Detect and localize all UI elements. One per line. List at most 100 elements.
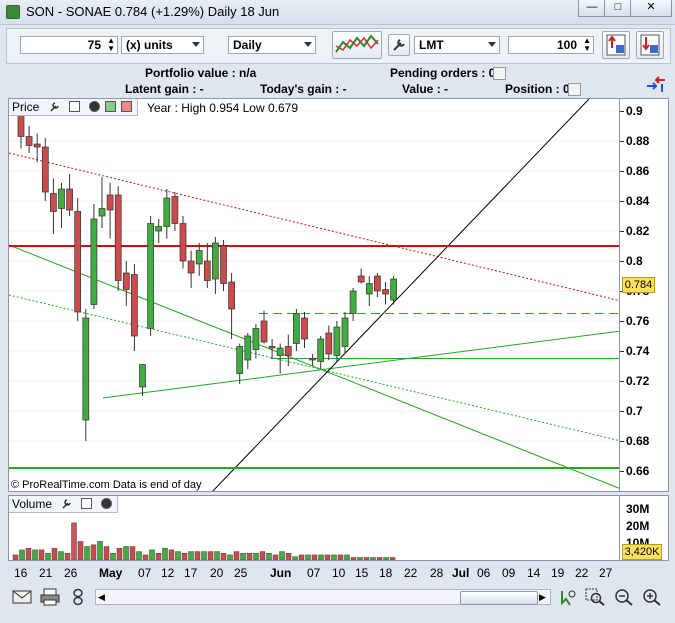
quantity-stepper[interactable]: 75 ▲ ▼ [20,36,118,54]
volume-bar [38,549,45,560]
app-icon [6,5,20,19]
unit-select[interactable]: (x) units [121,36,204,54]
price-tick-mark [620,201,624,202]
volume-bar [110,553,116,560]
volume-bar [285,553,292,560]
volume-bar [142,554,149,560]
volume-bar [168,549,175,560]
price-tick-mark [620,381,624,382]
scroll-right-icon[interactable]: ▶ [539,592,546,603]
minimize-button[interactable]: — [578,0,606,17]
wrench-icon[interactable] [61,498,72,509]
volume-panel-header: Volume [9,496,118,513]
time-axis-label: 26 [64,566,78,580]
volume-bar [311,554,318,560]
pending-orders-icon[interactable] [493,67,506,80]
candle [66,188,73,211]
link-icon[interactable] [68,588,88,606]
zoom-out-icon[interactable] [614,588,634,606]
print-icon[interactable] [40,588,60,606]
wrench-icon[interactable] [49,101,60,112]
price-panel-label: Price [12,100,40,114]
zoom-in-icon[interactable] [642,588,662,606]
volume-bar [19,549,25,560]
order-quantity-stepper[interactable]: 100 ▲ ▼ [508,36,594,54]
volume-bar [188,551,194,560]
price-axis[interactable]: 0.90.880.860.840.820.80.780.760.740.720.… [620,98,669,492]
volume-bar [201,551,207,560]
settings-button[interactable] [388,34,410,56]
zoom-area-icon[interactable] [585,588,605,606]
time-axis-label: 07 [138,566,152,580]
volume-bar [253,553,259,560]
volume-bar [51,547,58,560]
swap-arrows-button[interactable] [644,72,668,94]
candle [236,346,244,374]
position-value: Value : - [402,82,449,96]
sell-order-button[interactable] [636,31,664,59]
period-select[interactable]: Daily [228,36,316,54]
close-panel-icon[interactable] [101,498,112,509]
volume-bar [149,549,155,560]
mail-icon[interactable] [12,588,32,606]
time-axis-label: 28 [430,566,444,580]
scrollbar-thumb[interactable] [460,591,538,605]
volume-bar [116,547,123,560]
volume-bar [292,556,298,560]
volume-bar [194,551,201,560]
data-source-footer: © ProRealTime.com Data is end of day [11,479,202,491]
volume-bar [64,553,71,560]
price-chart-panel[interactable]: Price Year : High 0.954 Low 0.679 © ProR… [8,98,620,492]
volume-bar [181,553,188,560]
window-icon[interactable] [69,101,80,112]
candle [187,260,195,274]
indicator-chart-icon [335,34,379,53]
volume-bar [45,553,51,560]
candle [25,136,33,146]
time-axis-label: Jun [270,566,292,580]
volume-bar [305,554,311,560]
stepper-arrows-icon[interactable]: ▲ ▼ [107,37,115,53]
maximize-button[interactable]: □ [604,0,632,17]
candle [365,283,373,295]
candle [341,317,349,347]
price-tick-mark [620,441,624,442]
volume-bar [71,522,77,560]
candle [374,275,381,292]
close-panel-icon[interactable] [89,101,100,112]
candle [50,193,57,212]
move-down-icon[interactable] [121,101,132,112]
buy-order-button[interactable] [602,31,630,59]
volume-bar [246,553,253,560]
price-tick-label: 0.72 [626,374,650,388]
volume-bar [227,554,233,560]
price-tick-mark [620,411,624,412]
support-trendline [9,244,619,489]
time-axis-label: 16 [14,566,28,580]
horizontal-scrollbar[interactable]: ◀ ▶ [95,589,551,605]
price-tick-mark [620,111,624,112]
candle [82,317,90,421]
stepper-arrows-icon[interactable]: ▲ ▼ [583,37,591,53]
volume-bar [103,546,110,560]
candle [122,272,130,290]
volume-chart-panel[interactable]: Volume [8,495,620,561]
lower-channel-line [9,294,619,442]
scroll-left-icon[interactable]: ◀ [98,592,105,603]
move-up-icon[interactable] [105,101,116,112]
time-axis-label: 06 [477,566,491,580]
candle [349,290,357,314]
indicators-button[interactable] [332,31,382,59]
sell-arrow-icon [640,34,660,56]
close-button[interactable]: ✕ [630,0,672,17]
position-icon[interactable] [568,83,581,96]
order-type-select[interactable]: LMT [414,36,500,54]
candle [301,317,308,340]
price-chart[interactable] [9,99,620,492]
window-icon[interactable] [81,498,92,509]
candle [252,328,260,350]
cursor-zoom-icon[interactable] [558,588,578,606]
todays-gain: Today's gain : - [260,82,347,96]
time-axis-label: 18 [379,566,393,580]
candle [268,346,276,349]
